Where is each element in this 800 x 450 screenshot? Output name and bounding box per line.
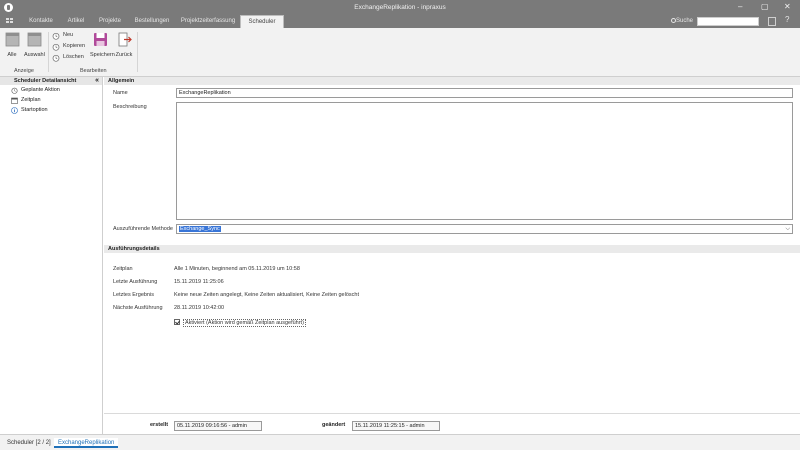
doc-tab-scheduler[interactable]: Scheduler [2 / 2]: [3, 438, 55, 448]
letzte-ausfuehrung-value: 15.11.2019 11:25:06: [174, 279, 224, 285]
zurueck-label: Zurück: [115, 52, 133, 58]
auswahl-label: Auswahl: [24, 52, 45, 58]
exit-icon: [118, 32, 132, 47]
group-bearbeiten-label: Bearbeiten: [80, 68, 107, 74]
tab-bestellungen[interactable]: Bestellungen: [128, 15, 176, 28]
sidebar-item-label: Zeitplan: [21, 97, 41, 103]
alle-button[interactable]: Alle: [2, 32, 22, 58]
list-all-icon: [5, 32, 19, 47]
tab-artikel[interactable]: Artikel: [60, 15, 92, 28]
info-icon: [11, 107, 18, 114]
detail-form: Allgemein Name ExchangeReplikation Besch…: [104, 77, 800, 413]
tab-scheduler[interactable]: Scheduler: [240, 15, 284, 28]
sidebar: Scheduler Detailansicht « Geplante Aktio…: [0, 77, 103, 434]
erstellt-label: erstellt: [150, 422, 169, 428]
neu-button[interactable]: Neu: [52, 30, 73, 41]
alarm-clock-icon: [11, 87, 18, 94]
erstellt-value: 05.11.2019 09:16:56 - admin: [174, 421, 262, 431]
save-icon: [93, 33, 107, 46]
methode-value: Exchange_Sync: [179, 226, 221, 232]
speichern-label: Speichern: [90, 52, 115, 58]
sidebar-header: Scheduler Detailansicht «: [0, 77, 102, 85]
loeschen-button[interactable]: Löschen: [52, 52, 84, 63]
alarm-clock-new-icon: [52, 32, 60, 40]
alarm-clock-copy-icon: [52, 43, 60, 51]
letzte-ausfuehrung-label: Letzte Ausführung: [113, 279, 158, 285]
name-field[interactable]: ExchangeReplikation: [176, 88, 793, 98]
zurueck-button[interactable]: Zurück: [114, 32, 134, 58]
ribbon: Alle Auswahl Neu Kopieren Löschen Speich…: [0, 28, 800, 77]
geaendert-value: 15.11.2019 11:25:15 - admin: [352, 421, 440, 431]
auswahl-button[interactable]: Auswahl: [24, 32, 45, 58]
sidebar-item-zeitplan[interactable]: Zeitplan: [0, 95, 102, 105]
calendar-icon: [11, 97, 18, 104]
loeschen-label: Löschen: [63, 54, 84, 60]
list-selection-icon: [27, 32, 41, 47]
kopieren-label: Kopieren: [63, 43, 86, 49]
methode-label: Auszuführende Methode: [113, 226, 173, 232]
grid-menu-icon[interactable]: [6, 18, 13, 24]
zeitplan-label: Zeitplan: [113, 266, 133, 272]
neu-label: Neu: [63, 32, 74, 38]
beschreibung-label: Beschreibung: [113, 104, 147, 110]
sidebar-item-geplante-aktion[interactable]: Geplante Aktion: [0, 85, 102, 95]
minimize-button[interactable]: –: [738, 3, 742, 11]
zeitplan-value: Alle 1 Minuten, beginnend am 05.11.2019 …: [174, 266, 300, 272]
ribbon-separator: [48, 32, 49, 72]
tab-projekte[interactable]: Projekte: [92, 15, 128, 28]
title-bar: ExchangeReplikation - inpraxus – ▢ ✕ Kon…: [0, 0, 800, 28]
naechste-ausfuehrung-value: 28.11.2019 10:42:00: [174, 305, 225, 311]
printer-icon[interactable]: [768, 17, 776, 26]
sidebar-item-label: Startoption: [21, 107, 48, 113]
document-tab-bar: Scheduler [2 / 2] ExchangeReplikation: [0, 434, 800, 450]
group-anzeige-label: Anzeige: [14, 68, 34, 74]
speichern-button[interactable]: Speichern: [90, 32, 115, 58]
sidebar-item-label: Geplante Aktion: [21, 87, 60, 93]
methode-select[interactable]: Exchange_Sync ⌵: [176, 224, 793, 234]
search-label: Suche: [676, 18, 694, 24]
letztes-ergebnis-value: Keine neue Zeiten angelegt, Keine Zeiten…: [174, 292, 359, 298]
kopieren-button[interactable]: Kopieren: [52, 41, 85, 52]
alarm-clock-delete-icon: [52, 54, 60, 62]
doc-tab-exchangereplikation[interactable]: ExchangeReplikation: [54, 438, 119, 448]
beschreibung-field[interactable]: [176, 102, 793, 220]
help-icon[interactable]: ?: [785, 15, 789, 24]
maximize-button[interactable]: ▢: [761, 3, 769, 11]
aktiviert-label[interactable]: Aktiviert (Aktion wird gemäß Zeitplan au…: [183, 319, 306, 327]
search-input[interactable]: [697, 17, 759, 26]
name-label: Name: [113, 90, 128, 96]
geaendert-label: geändert: [322, 422, 346, 428]
aktiviert-checkbox[interactable]: [174, 319, 180, 325]
ribbon-separator: [137, 32, 138, 72]
chevron-down-icon[interactable]: ⌵: [785, 225, 790, 233]
tab-projektzeiterfassung[interactable]: Projektzeiterfassung: [176, 15, 240, 28]
letztes-ergebnis-label: Letztes Ergebnis: [113, 292, 154, 298]
sidebar-title: Scheduler Detailansicht: [14, 78, 77, 84]
close-button[interactable]: ✕: [784, 3, 791, 11]
tab-kontakte[interactable]: Kontakte: [22, 15, 60, 28]
sidebar-item-startoption[interactable]: Startoption: [0, 105, 102, 115]
alle-label: Alle: [7, 52, 17, 58]
section-ausfuehrungsdetails-header: Ausführungsdetails: [104, 245, 800, 253]
window-title: ExchangeReplikation - inpraxus: [354, 4, 446, 11]
section-allgemein-header: Allgemein: [104, 77, 800, 85]
naechste-ausfuehrung-label: Nächste Ausführung: [113, 305, 163, 311]
audit-footer: erstellt 05.11.2019 09:16:56 - admin geä…: [104, 413, 800, 434]
collapse-sidebar-icon[interactable]: «: [95, 77, 99, 85]
